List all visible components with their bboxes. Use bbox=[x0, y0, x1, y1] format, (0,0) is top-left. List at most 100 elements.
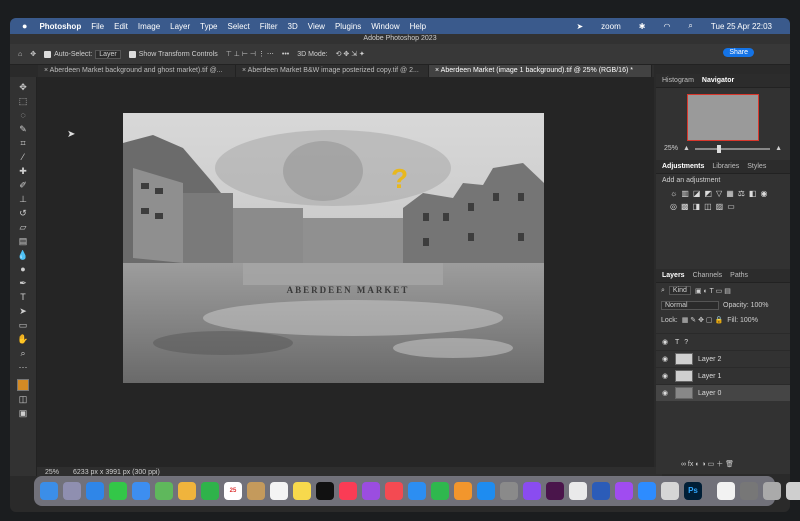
tab-styles[interactable]: Styles bbox=[747, 163, 766, 170]
tv-icon[interactable] bbox=[316, 482, 334, 500]
eye-icon[interactable]: ◉ bbox=[662, 355, 670, 363]
kind-dropdown[interactable]: Kind bbox=[668, 286, 691, 295]
menu-app-name[interactable]: Photoshop bbox=[39, 22, 81, 31]
exposure-icon[interactable]: ◩ bbox=[704, 189, 712, 198]
3d-tool-icons[interactable]: ⟲ ✥ ⇲ ✦ bbox=[336, 50, 365, 58]
pages-icon[interactable] bbox=[454, 482, 472, 500]
tab-channels[interactable]: Channels bbox=[693, 272, 723, 279]
history-brush-icon[interactable]: ↺ bbox=[16, 207, 30, 219]
lasso-tool-icon[interactable]: ◌ bbox=[16, 109, 30, 121]
launchpad-icon[interactable] bbox=[63, 482, 81, 500]
auto-select-option[interactable]: Auto-Select: Layer bbox=[44, 49, 121, 59]
messenger-2-icon[interactable] bbox=[615, 482, 633, 500]
eye-icon[interactable]: ◉ bbox=[662, 389, 670, 397]
filter-icons[interactable]: ▣ ◐ T ▭ ▤ bbox=[695, 287, 731, 295]
auto-select-dropdown[interactable]: Layer bbox=[95, 49, 121, 59]
chrome-icon[interactable] bbox=[569, 482, 587, 500]
foreground-color-swatch[interactable] bbox=[17, 379, 29, 391]
location-icon[interactable]: ➤ bbox=[576, 22, 583, 31]
posterize-icon[interactable]: ◫ bbox=[704, 202, 712, 211]
layer-row-type[interactable]: ◉ T ? bbox=[656, 333, 790, 350]
shape-tool-icon[interactable]: ▭ bbox=[16, 319, 30, 331]
navigator-thumbnail[interactable] bbox=[687, 94, 759, 141]
photoshop-dock-icon[interactable]: Ps bbox=[684, 482, 702, 500]
menu-help[interactable]: Help bbox=[410, 22, 426, 31]
fill-field[interactable]: Fill: 100% bbox=[727, 317, 758, 324]
bluetooth-icon[interactable]: ✱ bbox=[639, 22, 646, 31]
zoom-in-icon[interactable]: ▲ bbox=[775, 145, 782, 152]
threshold-icon[interactable]: ▨ bbox=[716, 202, 724, 211]
mail-icon[interactable] bbox=[132, 482, 150, 500]
word-icon[interactable] bbox=[592, 482, 610, 500]
photo-filter-icon[interactable]: ◉ bbox=[760, 189, 767, 198]
tab-layers[interactable]: Layers bbox=[662, 272, 685, 279]
hue-icon[interactable]: ▦ bbox=[726, 189, 734, 198]
tab-doc-2[interactable]: × Aberdeen Market B&W image posterized c… bbox=[236, 65, 429, 77]
more-tools-icon[interactable]: ⋯ bbox=[16, 361, 30, 373]
eye-icon[interactable]: ◉ bbox=[662, 338, 670, 346]
datetime[interactable]: Tue 25 Apr 22:03 bbox=[711, 22, 772, 31]
curves-icon[interactable]: ◪ bbox=[693, 189, 701, 198]
music-icon[interactable] bbox=[339, 482, 357, 500]
tab-adjustments[interactable]: Adjustments bbox=[662, 163, 704, 170]
lock-icons[interactable]: ▦ ✎ ✥ ▢ 🔒 bbox=[682, 316, 723, 324]
quick-mask-icon[interactable]: ◫ bbox=[16, 393, 30, 405]
zoom-app-icon[interactable] bbox=[638, 482, 656, 500]
eyedropper-tool-icon[interactable]: ⁄ bbox=[16, 151, 30, 163]
apple-icon[interactable]: ● bbox=[22, 21, 27, 31]
menu-edit[interactable]: Edit bbox=[114, 22, 128, 31]
dodge-tool-icon[interactable]: ● bbox=[16, 263, 30, 275]
channel-mixer-icon[interactable]: ◎ bbox=[670, 202, 677, 211]
transform-checkbox[interactable] bbox=[128, 50, 136, 58]
tab-libraries[interactable]: Libraries bbox=[712, 163, 739, 170]
photos-icon[interactable] bbox=[178, 482, 196, 500]
zoom-tool-icon[interactable]: ⌕ bbox=[16, 347, 30, 359]
path-select-icon[interactable]: ➤ bbox=[16, 305, 30, 317]
podcasts-icon[interactable] bbox=[362, 482, 380, 500]
notes-icon[interactable] bbox=[293, 482, 311, 500]
gradient-tool-icon[interactable]: ▤ bbox=[16, 235, 30, 247]
menu-view[interactable]: View bbox=[308, 22, 325, 31]
tab-doc-1[interactable]: × Aberdeen Market background and ghost m… bbox=[38, 65, 236, 77]
canvas-area[interactable]: ABERDEEN MARKET ? ➤ bbox=[37, 77, 654, 467]
contacts-icon[interactable] bbox=[247, 482, 265, 500]
marquee-tool-icon[interactable]: ⬚ bbox=[16, 95, 30, 107]
reminders-icon[interactable] bbox=[270, 482, 288, 500]
tab-doc-3[interactable]: × Aberdeen Market (image 1 background).t… bbox=[429, 65, 652, 77]
home-icon[interactable]: ⌂ bbox=[18, 51, 22, 58]
numbers-icon[interactable] bbox=[431, 482, 449, 500]
menu-file[interactable]: File bbox=[91, 22, 104, 31]
tab-navigator[interactable]: Navigator bbox=[702, 77, 734, 84]
align-icons[interactable]: ⊤ ⊥ ⊢ ⊣ ⋮ ⋯ bbox=[226, 50, 274, 58]
eye-icon[interactable]: ◉ bbox=[662, 372, 670, 380]
move-tool-icon[interactable]: ✥ bbox=[16, 81, 30, 93]
type-tool-icon[interactable]: T bbox=[16, 291, 30, 303]
trash-icon[interactable] bbox=[786, 482, 800, 500]
menu-image[interactable]: Image bbox=[138, 22, 160, 31]
levels-icon[interactable]: ▥ bbox=[681, 189, 689, 198]
menu-type[interactable]: Type bbox=[200, 22, 217, 31]
document-icon[interactable] bbox=[717, 482, 735, 500]
menu-layer[interactable]: Layer bbox=[170, 22, 190, 31]
zoom-menu-item[interactable]: zoom bbox=[601, 22, 621, 31]
status-zoom[interactable]: 25% bbox=[45, 469, 59, 476]
move-tool-icon[interactable]: ✥ bbox=[30, 50, 36, 58]
color-balance-icon[interactable]: ⚖ bbox=[738, 189, 745, 198]
preview-icon[interactable] bbox=[661, 482, 679, 500]
recent-file-icon[interactable] bbox=[740, 482, 758, 500]
color-lookup-icon[interactable]: ▩ bbox=[681, 202, 689, 211]
maps-icon[interactable] bbox=[155, 482, 173, 500]
invert-icon[interactable]: ◨ bbox=[693, 202, 701, 211]
menu-filter[interactable]: Filter bbox=[260, 22, 278, 31]
crop-tool-icon[interactable]: ⌗ bbox=[16, 137, 30, 149]
eraser-tool-icon[interactable]: ▱ bbox=[16, 221, 30, 233]
calendar-icon[interactable]: 25 bbox=[224, 482, 242, 500]
navigator-zoom-slider[interactable] bbox=[694, 144, 771, 153]
messages-icon[interactable] bbox=[109, 482, 127, 500]
bw-icon[interactable]: ◧ bbox=[749, 189, 757, 198]
navigator-zoom-value[interactable]: 25% bbox=[664, 145, 678, 152]
menu-select[interactable]: Select bbox=[228, 22, 250, 31]
menu-3d[interactable]: 3D bbox=[288, 22, 298, 31]
document-canvas[interactable]: ABERDEEN MARKET ? bbox=[123, 113, 544, 383]
news-icon[interactable] bbox=[385, 482, 403, 500]
